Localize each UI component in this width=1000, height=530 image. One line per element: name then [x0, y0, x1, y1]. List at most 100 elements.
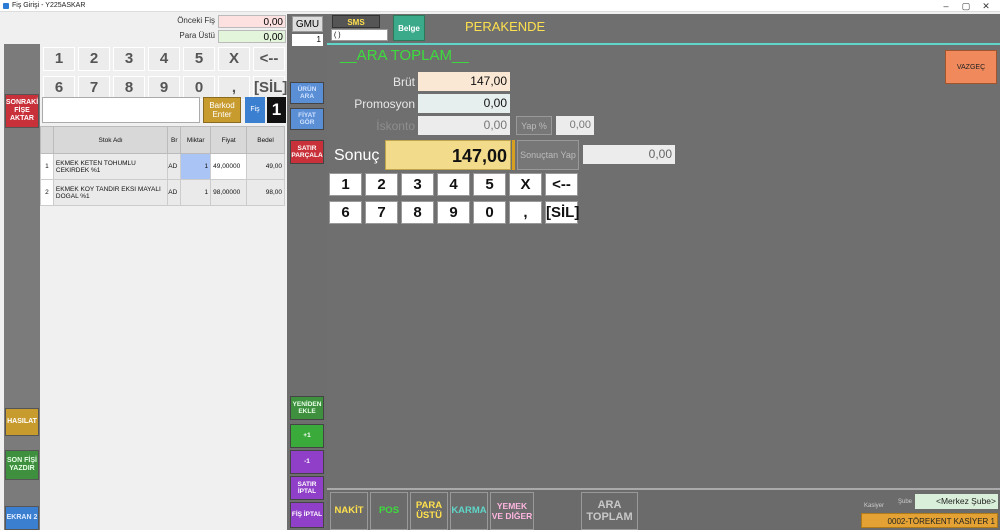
calc-key-one[interactable]: 1 — [329, 173, 362, 196]
calc-key-sil[interactable]: [SİL] — [545, 201, 579, 224]
ekran-2-button[interactable]: EKRAN 2 — [5, 506, 39, 530]
col-miktar-header: Miktar — [180, 126, 212, 154]
table-row[interactable]: 2 EKMEK KOY TANDIR EKSI MAYALI DOGAL %1 … — [40, 179, 285, 206]
row-total: 98,00 — [246, 179, 285, 206]
gmu-count: 1 — [292, 34, 323, 46]
header-divider — [327, 43, 1000, 45]
barcode-input[interactable] — [42, 97, 200, 123]
fis-iptal-button[interactable]: FİŞ İPTAL — [290, 502, 324, 528]
para-ustu-button[interactable]: PARA ÜSTÜ — [410, 492, 448, 530]
hasilat-button[interactable]: HASILAT — [5, 408, 39, 436]
calc-key-eight[interactable]: 8 — [401, 201, 434, 224]
son-fisi-yazdir-button[interactable]: SON FİŞİ YAZDIR — [5, 450, 39, 480]
close-button[interactable]: ✕ — [972, 0, 1000, 12]
promosyon-value: 0,00 — [418, 94, 510, 113]
col-no-header — [40, 126, 54, 154]
calc-key-nine[interactable]: 9 — [437, 201, 470, 224]
sms-field[interactable]: ( ) — [331, 29, 388, 41]
col-stok-adi-header: Stok Adı — [52, 126, 169, 154]
left-key-backspace[interactable]: <-- — [253, 47, 285, 71]
onceki-fis-value: 0,00 — [218, 15, 286, 28]
kasiyer-label: Kasiyer — [864, 503, 885, 509]
kasiyer-value: 0002-TÖREKENT KASİYER 1 — [861, 513, 998, 528]
fiyat-gor-button[interactable]: FİYAT GÖR — [290, 108, 324, 130]
iskonto-value[interactable]: 0,00 — [418, 116, 510, 135]
row-no: 2 — [40, 179, 54, 206]
calc-key-zero[interactable]: 0 — [473, 201, 506, 224]
sonuc-value: 147,00 — [385, 140, 511, 170]
barkod-enter-button[interactable]: Barkod Enter — [203, 97, 241, 123]
minus-one-button[interactable]: -1 — [290, 450, 324, 474]
karma-button[interactable]: KARMA — [450, 492, 488, 530]
promosyon-label: Promosyon — [354, 97, 415, 111]
quantity-display: 1 — [267, 97, 286, 123]
gmu-button[interactable]: GMU — [292, 16, 323, 32]
window-title: Fiş Girişi - Y225ASKAR — [12, 2, 86, 9]
left-key-x[interactable]: X — [218, 47, 250, 71]
row-total: 49,00 — [246, 153, 285, 180]
vazgec-button[interactable]: VAZGEÇ — [945, 50, 997, 84]
onceki-fis-label: Önceki Fiş — [177, 16, 215, 25]
calc-key-two[interactable]: 2 — [365, 173, 398, 196]
main-panel — [327, 14, 1000, 530]
row-unit: AD — [167, 153, 182, 180]
calc-key-backspace[interactable]: <-- — [545, 173, 578, 196]
sonuc-marker — [512, 140, 515, 170]
brut-value: 147,00 — [418, 72, 510, 91]
yemek-ve-diger-button[interactable]: YEMEK VE DİĞER — [490, 492, 534, 530]
receipt-table: Stok Adı Br Miktar Fiyat Bedel 1 EKMEK K… — [40, 126, 285, 206]
sonuctan-value[interactable]: 0,00 — [583, 145, 675, 164]
title-bar: Fiş Girişi - Y225ASKAR – ▢ ✕ — [0, 0, 1000, 12]
calc-key-seven[interactable]: 7 — [365, 201, 398, 224]
table-row[interactable]: 1 EKMEK KETEN TOHUMLU CEKIRDEK %1 AD 1 4… — [40, 153, 285, 180]
left-key-one[interactable]: 1 — [43, 47, 75, 71]
left-key-three[interactable]: 3 — [113, 47, 145, 71]
left-key-two[interactable]: 2 — [78, 47, 110, 71]
calc-key-four[interactable]: 4 — [437, 173, 470, 196]
row-unit: AD — [167, 179, 182, 206]
satir-parcala-button[interactable]: SATIR PARÇALA — [290, 140, 324, 164]
row-no: 1 — [40, 153, 54, 180]
sonuctan-yap-button[interactable]: Sonuçtan Yap — [517, 140, 579, 170]
sonraki-fise-aktar-button[interactable]: SONRAKİ FİŞE AKTAR — [5, 94, 39, 128]
fis-button[interactable]: Fiş — [245, 97, 265, 123]
calc-key-x[interactable]: X — [509, 173, 542, 196]
row-qty[interactable]: 1 — [180, 153, 212, 180]
ara-toplam-button[interactable]: ARA TOPLAM — [581, 492, 638, 530]
row-qty[interactable]: 1 — [180, 179, 212, 206]
app-icon — [3, 3, 9, 9]
row-name: EKMEK KETEN TOHUMLU CEKIRDEK %1 — [52, 153, 169, 180]
middle-rail: GMU 1 ÜRÜN ARA FİYAT GÖR SATIR PARÇALA Y… — [287, 14, 327, 530]
brut-label: Brüt — [392, 75, 415, 89]
row-price: 98,00000 — [210, 179, 248, 206]
yeniden-ekle-button[interactable]: YENİDEN EKLE — [290, 396, 324, 420]
left-key-five[interactable]: 5 — [183, 47, 215, 71]
left-key-four[interactable]: 4 — [148, 47, 180, 71]
calc-key-six[interactable]: 6 — [329, 201, 362, 224]
satir-iptal-button[interactable]: SATIR İPTAL — [290, 476, 324, 500]
pos-button[interactable]: POS — [370, 492, 408, 530]
ara-toplam-title: __ARA TOPLAM__ — [340, 47, 469, 64]
para-ustu-label: Para Üstü — [179, 31, 215, 40]
calc-key-three[interactable]: 3 — [401, 173, 434, 196]
mode-title: PERAKENDE — [465, 19, 546, 34]
left-rail: SONRAKİ FİŞE AKTAR HASILAT SON FİŞİ YAZD… — [4, 44, 40, 530]
sube-value[interactable]: <Merkez Şube> — [915, 494, 998, 509]
col-fiyat-header: Fiyat — [210, 126, 248, 154]
belge-button[interactable]: Belge — [393, 15, 425, 41]
col-br-header: Br — [167, 126, 182, 154]
row-price: 49,00000 — [210, 153, 248, 180]
nakit-button[interactable]: NAKİT — [330, 492, 368, 530]
row-name: EKMEK KOY TANDIR EKSI MAYALI DOGAL %1 — [52, 179, 169, 206]
sube-label: Şube — [898, 499, 913, 505]
para-ustu-value: 0,00 — [218, 30, 286, 43]
plus-one-button[interactable]: +1 — [290, 424, 324, 448]
sms-button[interactable]: SMS — [332, 15, 380, 28]
yap-pct-value[interactable]: 0,00 — [556, 116, 594, 135]
calc-key-five[interactable]: 5 — [473, 173, 506, 196]
urun-ara-button[interactable]: ÜRÜN ARA — [290, 82, 324, 104]
yap-pct-button[interactable]: Yap % — [516, 116, 552, 135]
calc-key-comma[interactable]: , — [509, 201, 542, 224]
col-bedel-header: Bedel — [246, 126, 285, 154]
iskonto-label: İskonto — [376, 119, 415, 133]
